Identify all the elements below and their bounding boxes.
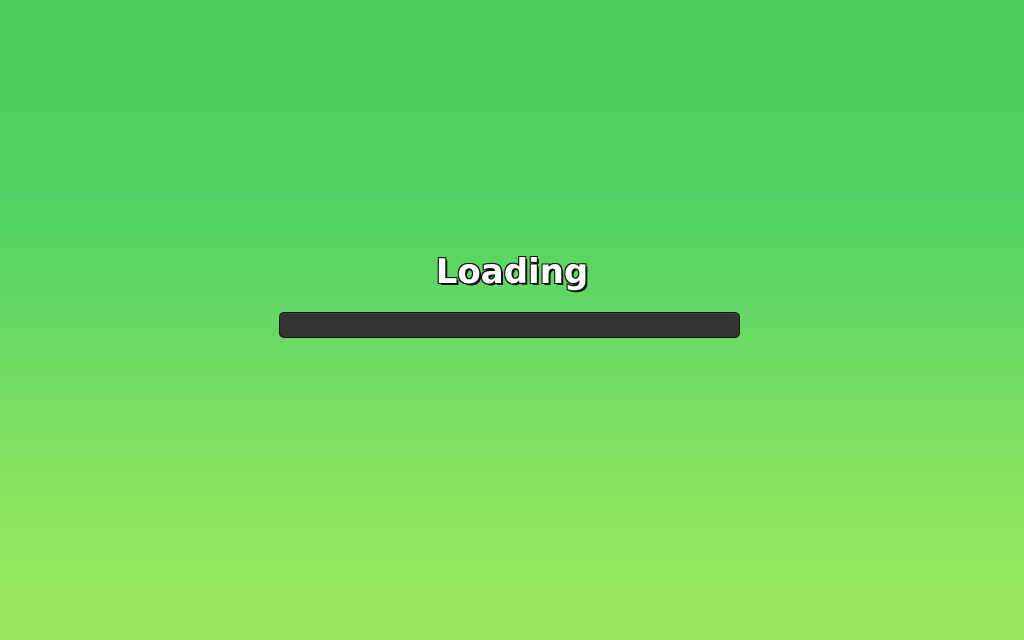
- loading-title: Loading: [435, 251, 590, 293]
- loading-screen: Loading: [0, 0, 1024, 640]
- loading-progress-bar: [279, 312, 740, 338]
